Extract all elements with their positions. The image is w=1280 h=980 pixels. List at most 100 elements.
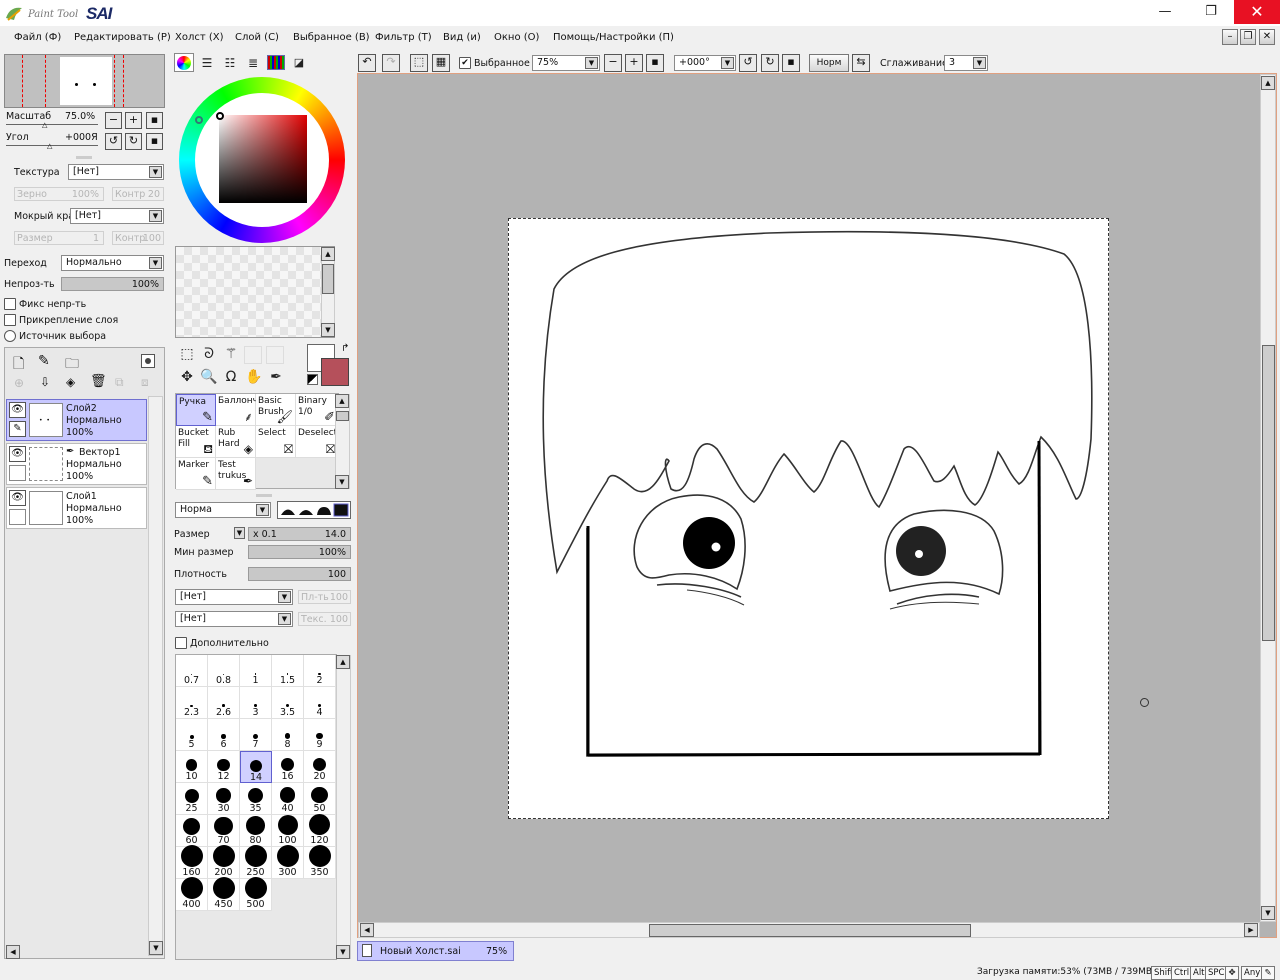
canvas-scroll-left[interactable]: ◀ (360, 923, 374, 937)
undo-button[interactable]: ↶ (358, 54, 376, 72)
panel-grip[interactable] (256, 494, 272, 497)
menu-help[interactable]: Помощь/Настройки (П) (553, 32, 674, 43)
document-tab[interactable]: Новый Холст.sai 75% (357, 941, 514, 961)
hand-icon[interactable]: ✋ (244, 367, 264, 387)
swatches-tab[interactable] (267, 55, 285, 70)
brush-size-cell[interactable]: 500 (240, 877, 272, 911)
rotate-view-icon[interactable]: Ω (221, 367, 241, 387)
menu-selection[interactable]: Выбранное (В) (293, 32, 370, 43)
canvas-vscroll-thumb[interactable] (1262, 345, 1275, 641)
doc-minimize-button[interactable]: – (1222, 29, 1238, 45)
delete-layer-icon[interactable]: 🗑 (90, 374, 107, 389)
hsv-sliders-tab[interactable]: ☷ (220, 53, 240, 73)
reset-colors-icon[interactable] (307, 374, 318, 385)
brush-size-cell[interactable]: 1.5 (272, 655, 304, 687)
new-layer-icon[interactable]: 🗋 (13, 353, 24, 377)
new-vector-layer-icon[interactable]: ✎ (38, 353, 50, 369)
canvas-scroll-down[interactable]: ▼ (1261, 906, 1275, 920)
layer-row[interactable]: 👁 ✎ • • Слой2 Нормально 100% (6, 399, 147, 441)
merge-down-icon[interactable]: ⇩ (40, 375, 50, 389)
canvas-scroll-right[interactable]: ▶ (1244, 923, 1258, 937)
hue-picker[interactable] (195, 116, 203, 124)
color-wheel[interactable] (179, 77, 345, 243)
brush-size-cell[interactable]: 8 (272, 719, 304, 751)
size-scroll-up[interactable]: ▲ (336, 655, 350, 669)
minimize-button[interactable]: — (1142, 0, 1188, 24)
brush-size-cell[interactable]: 10 (176, 751, 208, 783)
brush-size-cell[interactable]: 30 (208, 783, 240, 815)
selection-source-radio[interactable] (4, 330, 16, 342)
edit-slot-icon[interactable] (9, 465, 26, 481)
move-icon[interactable]: ✥ (177, 367, 197, 387)
canvas-document[interactable] (508, 218, 1109, 819)
rotate-right-button[interactable]: ↻ (125, 133, 142, 150)
texture-contrast-slider[interactable]: Контр 20 (112, 187, 164, 201)
brush-size-cell[interactable]: 350 (304, 845, 336, 879)
brush-texture-slider[interactable]: Текс. 100 (298, 612, 351, 626)
toolbar-rotate-reset-button[interactable]: ▪ (782, 54, 800, 72)
swap-colors-icon[interactable]: ↱ (341, 343, 349, 354)
texture-select[interactable]: [Нет] ▼ (68, 164, 164, 180)
brush-size-cell[interactable]: 40 (272, 783, 304, 815)
flip-horizontal-button[interactable]: ⇆ (852, 54, 870, 72)
brush-size-cell[interactable]: 35 (240, 783, 272, 815)
brush-size-cell[interactable]: 120 (304, 813, 336, 847)
wet-edge-select[interactable]: [Нет] ▼ (70, 208, 164, 224)
brush-size-cell[interactable]: 25 (176, 783, 208, 815)
brush-size-cell[interactable]: 0.7 (176, 655, 208, 687)
tool-scroll-up[interactable]: ▲ (335, 394, 349, 408)
brush-size-cell[interactable]: 2.3 (176, 687, 208, 719)
doc-restore-button[interactable]: ❐ (1240, 29, 1256, 45)
brush-size-cell[interactable]: 20 (304, 751, 336, 783)
clip-layer-checkbox[interactable] (4, 314, 16, 326)
toolbar-zoom-in-button[interactable]: + (625, 54, 643, 72)
brush-size-cell[interactable]: 70 (208, 815, 240, 847)
menu-view[interactable]: Вид (и) (443, 32, 481, 43)
canvas-hscroll-thumb[interactable] (649, 924, 971, 937)
tool-grid-scrollbar[interactable]: ▲ ▼ (335, 394, 350, 489)
layer-scrollbar[interactable]: ▼ (148, 396, 163, 956)
brush-size-cell[interactable]: 1 (240, 655, 272, 687)
brush-size-cell[interactable]: 300 (272, 845, 304, 879)
min-size-slider[interactable]: 100% (248, 545, 351, 559)
shape-grain-slider[interactable]: Пл-ть 100 (298, 590, 351, 604)
eyedropper-icon[interactable]: ✒ (266, 367, 286, 387)
toolbar-zoom-reset-button[interactable]: ▪ (646, 54, 664, 72)
tool-scroll-thumb[interactable] (336, 411, 349, 421)
saturation-value-square[interactable] (219, 115, 307, 203)
visibility-eye-icon[interactable]: 👁 (9, 490, 26, 506)
blend-mode-select[interactable]: Нормально ▼ (61, 255, 164, 271)
brush-size-cell[interactable]: 60 (176, 815, 208, 847)
tool-eraser[interactable]: Rub Hard ◈ (216, 426, 256, 458)
brush-shape-selector[interactable] (277, 501, 351, 519)
brush-size-cell[interactable]: 3.5 (272, 687, 304, 719)
invert-selection-button[interactable]: ▦ (432, 54, 450, 72)
menu-canvas[interactable]: Холст (Х) (175, 32, 224, 43)
angle-slider-thumb[interactable]: △ (47, 142, 52, 150)
tool-pen[interactable]: Ручка ✎ (176, 394, 216, 426)
canvas-vscrollbar[interactable]: ▲ ▼ (1260, 74, 1276, 922)
toolbar-rotate-right-button[interactable]: ↻ (761, 54, 779, 72)
maximize-button[interactable]: ❐ (1188, 0, 1234, 24)
brush-size-cell[interactable]: 200 (208, 845, 240, 879)
brush-size-cell[interactable]: 450 (208, 877, 240, 911)
color-wheel-tab[interactable] (174, 53, 194, 72)
brush-size-cell[interactable]: 5 (176, 719, 208, 751)
clear-layer-icon[interactable]: ◈ (66, 375, 75, 389)
tool-marker[interactable]: Marker ✎ (176, 458, 216, 490)
layer-hscroll-left[interactable]: ◀ (6, 945, 20, 959)
visibility-eye-icon[interactable]: 👁 (9, 402, 26, 418)
tool-select[interactable]: Select ⛝ (256, 426, 296, 458)
brush-size-cell[interactable]: 3 (240, 687, 272, 719)
opacity-slider[interactable]: 100% (61, 277, 164, 291)
brush-mode-select[interactable]: Норма ▼ (175, 502, 271, 518)
merge-group-icon[interactable]: ⧉ (115, 375, 124, 390)
lasso-icon[interactable]: ᘐ (199, 344, 219, 364)
show-selection-checkbox[interactable]: ✔ (459, 57, 471, 69)
menu-window[interactable]: Окно (О) (494, 32, 539, 43)
size-scroll-down[interactable]: ▼ (336, 945, 350, 959)
tool-scroll-down[interactable]: ▼ (335, 475, 349, 489)
zoom-in-button[interactable]: + (125, 112, 142, 129)
redo-button[interactable]: ↷ (382, 54, 400, 72)
menu-edit[interactable]: Редактировать (Р) (74, 32, 171, 43)
